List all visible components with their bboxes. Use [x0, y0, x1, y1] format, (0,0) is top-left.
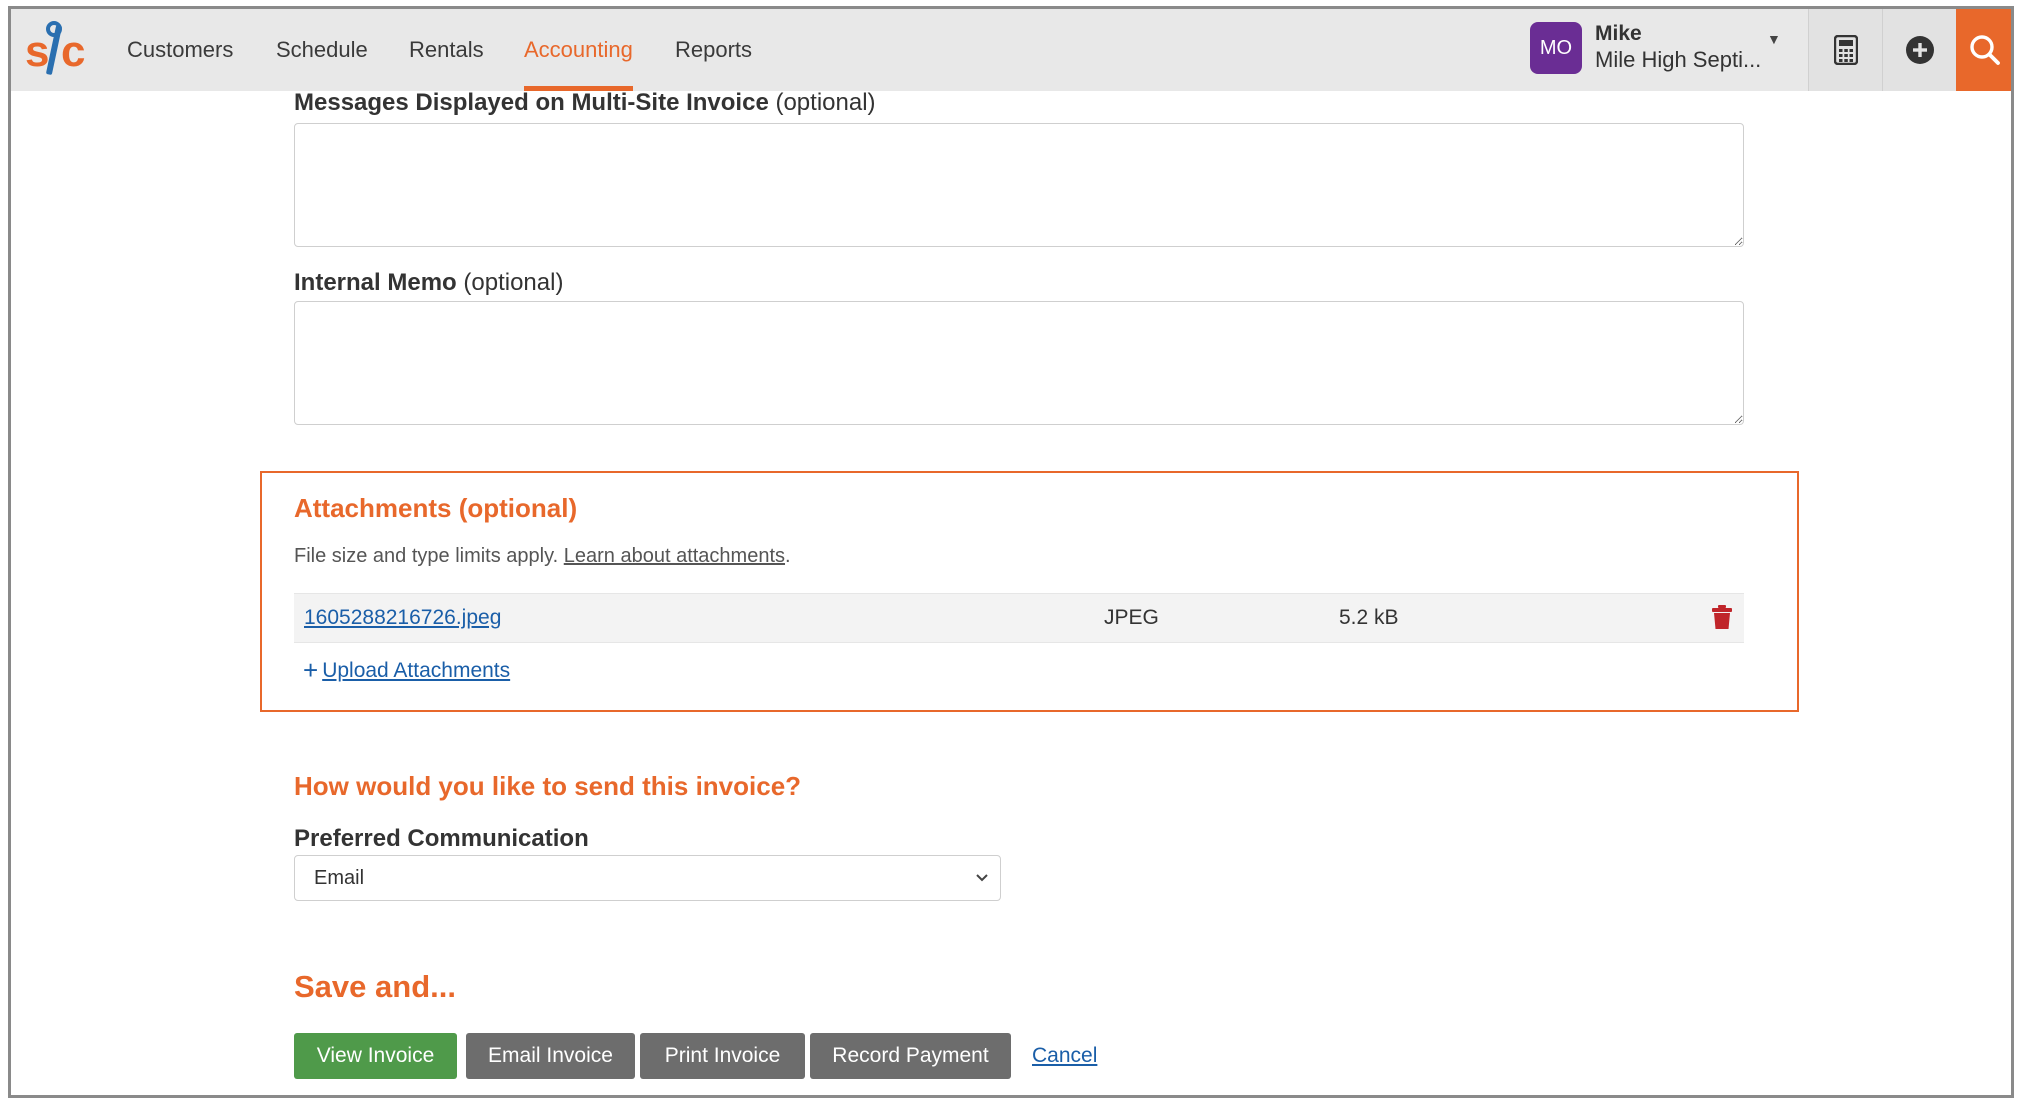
- app-window: s c Customers Schedule Rentals Accountin…: [8, 6, 2014, 1098]
- print-invoice-button[interactable]: Print Invoice: [640, 1033, 805, 1079]
- attachments-help: File size and type limits apply. Learn a…: [294, 545, 791, 568]
- internal-memo-textarea[interactable]: [294, 301, 1744, 425]
- add-button[interactable]: [1882, 9, 1957, 91]
- plus-icon: +: [303, 655, 319, 685]
- send-invoice-title: How would you like to send this invoice?: [294, 771, 802, 801]
- user-name[interactable]: Mike: [1595, 22, 1642, 46]
- optional-tag: (optional): [775, 89, 876, 116]
- calculator-icon: [1834, 35, 1858, 65]
- cancel-link[interactable]: Cancel: [1032, 1044, 1097, 1068]
- attachment-file-link[interactable]: 1605288216726.jpeg: [304, 606, 501, 630]
- attachment-file-size: 5.2 kB: [1339, 606, 1399, 629]
- nav-customers[interactable]: Customers: [127, 9, 233, 91]
- email-invoice-button[interactable]: Email Invoice: [466, 1033, 635, 1079]
- top-nav: s c Customers Schedule Rentals Accountin…: [11, 9, 2011, 91]
- multisite-message-textarea[interactable]: [294, 123, 1744, 247]
- internal-memo-label: Internal Memo (optional): [294, 269, 563, 297]
- preferred-communication-value: Email: [314, 867, 365, 889]
- nav-schedule[interactable]: Schedule: [276, 9, 368, 91]
- calculator-button[interactable]: [1808, 9, 1883, 91]
- nav-rentals[interactable]: Rentals: [409, 9, 484, 91]
- learn-about-attachments-link[interactable]: Learn about attachments: [564, 545, 785, 567]
- preferred-communication-label-text: Preferred Communication: [294, 825, 589, 852]
- svg-text:c: c: [61, 27, 85, 76]
- optional-tag: (optional): [463, 269, 564, 296]
- user-org[interactable]: Mile High Septi...: [1595, 47, 1761, 73]
- caret-down-icon[interactable]: ▼: [1767, 31, 1781, 47]
- internal-memo-label-text: Internal Memo: [294, 269, 457, 296]
- preferred-communication-label: Preferred Communication: [294, 825, 589, 853]
- attachment-row: 1605288216726.jpeg JPEG 5.2 kB: [294, 593, 1744, 643]
- search-button[interactable]: [1956, 9, 2011, 91]
- attachment-file-type: JPEG: [1104, 606, 1159, 629]
- trash-icon[interactable]: [1712, 605, 1732, 629]
- save-and-title: Save and...: [294, 969, 456, 1004]
- app-logo[interactable]: s c: [23, 19, 87, 81]
- nav-accounting[interactable]: Accounting: [524, 9, 633, 91]
- user-avatar[interactable]: MO: [1530, 22, 1582, 74]
- multisite-message-label-text: Messages Displayed on Multi-Site Invoice: [294, 89, 769, 116]
- plus-circle-icon: [1906, 36, 1934, 64]
- nav-reports[interactable]: Reports: [675, 9, 752, 91]
- record-payment-button[interactable]: Record Payment: [810, 1033, 1011, 1079]
- view-invoice-button[interactable]: View Invoice: [294, 1033, 457, 1079]
- preferred-communication-select[interactable]: Email: [294, 855, 1001, 901]
- multisite-message-label: Messages Displayed on Multi-Site Invoice…: [294, 89, 876, 117]
- search-icon: [1970, 35, 2000, 65]
- chevron-down-icon: [976, 874, 988, 882]
- svg-text:s: s: [25, 27, 49, 76]
- upload-attachments-link[interactable]: + Upload Attachments: [303, 655, 510, 686]
- attachments-help-text: File size and type limits apply.: [294, 545, 559, 567]
- upload-attachments-label: Upload Attachments: [322, 659, 511, 682]
- attachments-help-suffix: .: [785, 545, 791, 567]
- attachments-title: Attachments (optional): [294, 493, 578, 523]
